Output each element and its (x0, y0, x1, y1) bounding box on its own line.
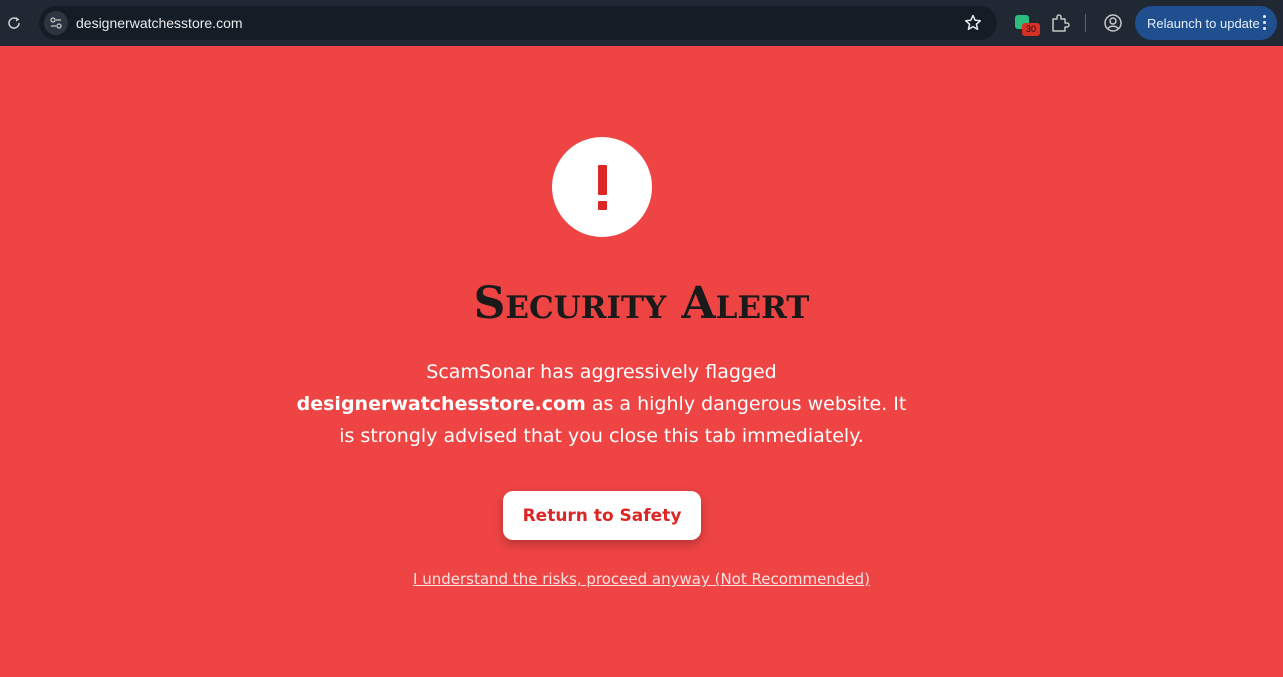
url-text[interactable]: designerwatchesstore.com (76, 15, 243, 31)
reload-icon[interactable] (4, 13, 24, 33)
address-bar[interactable]: designerwatchesstore.com (39, 6, 997, 40)
alert-message: ScamSonar has aggressively flagged desig… (291, 356, 912, 452)
exclamation-dot (598, 201, 607, 210)
flagged-domain: designerwatchesstore.com (296, 393, 586, 415)
page-title: Security Alert (473, 278, 810, 329)
proceed-anyway-link[interactable]: I understand the risks, proceed anyway (… (0, 570, 1283, 588)
profile-icon[interactable] (1102, 12, 1124, 34)
browser-toolbar: designerwatchesstore.com 30 Relaunch to … (0, 0, 1283, 46)
site-info-icon[interactable] (44, 11, 68, 35)
return-to-safety-button[interactable]: Return to Safety (503, 491, 701, 540)
exclamation-icon (598, 165, 607, 195)
toolbar-divider (1085, 14, 1086, 32)
extension-icon[interactable]: 30 (1013, 13, 1040, 37)
kebab-menu-icon[interactable] (1263, 15, 1267, 31)
relaunch-button[interactable]: Relaunch to update (1135, 6, 1277, 40)
relaunch-label: Relaunch to update (1147, 15, 1260, 31)
puzzle-icon[interactable] (1049, 12, 1071, 34)
star-icon[interactable] (963, 13, 983, 33)
warning-badge (552, 137, 652, 237)
message-intro: ScamSonar has aggressively flagged (426, 361, 777, 383)
extension-badge: 30 (1022, 23, 1040, 36)
